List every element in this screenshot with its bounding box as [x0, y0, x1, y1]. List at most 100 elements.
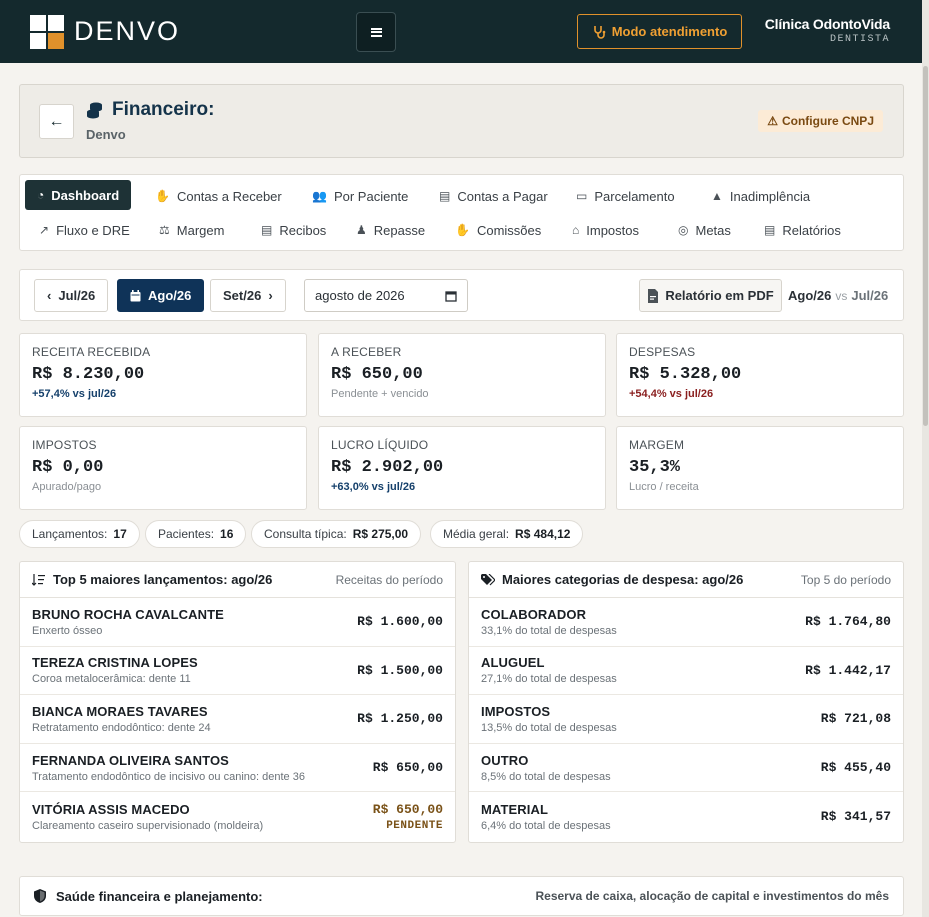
pill-value: 16	[220, 527, 234, 541]
procedure-desc: Tratamento endodôntico de incisivo ou ca…	[32, 770, 305, 783]
pie-chart-icon: ◔	[37, 188, 45, 202]
pdf-report-button[interactable]: Relatório em PDF	[639, 279, 782, 312]
hamburger-icon	[370, 27, 382, 37]
patient-name: VITÓRIA ASSIS MACEDO	[32, 801, 190, 817]
scrollbar-thumb[interactable]	[923, 66, 928, 426]
tab-contas-a-pagar[interactable]: ▤ Contas a Pagar	[427, 181, 560, 211]
tab-label: Parcelamento	[594, 188, 675, 204]
patient-name: TEREZA CRISTINA LOPES	[32, 655, 198, 671]
tab-label: Relatórios	[782, 222, 841, 238]
attendance-mode-button[interactable]: Modo atendimento	[577, 14, 742, 49]
entry-amount: R$ 1.250,00	[357, 711, 443, 727]
list-item[interactable]: FERNANDA OLIVEIRA SANTOS Tratamento endod…	[20, 744, 455, 793]
page-title: Financeiro:	[86, 99, 214, 121]
category-share: 8,5% do total de despesas	[481, 770, 611, 783]
list-item[interactable]: OUTRO 8,5% do total de despesas R$ 455,40	[469, 744, 903, 793]
stat-pill-media-geral: Média geral: R$ 484,12	[430, 520, 584, 548]
users-icon: 👥	[312, 189, 327, 203]
denvo-logo-icon[interactable]	[30, 15, 64, 49]
list-item[interactable]: ALUGUEL 27,1% do total de despesas R$ 1.44…	[469, 647, 903, 696]
next-month-button[interactable]: Set/26 ›	[210, 279, 286, 312]
list-item[interactable]: BIANCA MORAES TAVARES Retratamento endodô…	[20, 695, 455, 744]
prev-month-button[interactable]: ‹ Jul/26	[34, 279, 109, 312]
tab-por-paciente[interactable]: 👥 Por Paciente	[300, 181, 420, 211]
category-name: IMPOSTOS	[481, 703, 551, 719]
panel-title: Saúde financeira e planejamento:	[56, 888, 263, 904]
pill-value: 17	[113, 527, 127, 541]
list-item[interactable]: BRUNO ROCHA CAVALCANTE Enxerto ósseo R$ 1.…	[20, 598, 455, 647]
financial-health-panel[interactable]: Saúde financeira e planejamento: Reserva…	[19, 876, 904, 916]
tab-impostos[interactable]: ⌂ Impostos	[560, 215, 651, 245]
kpi-margem: MARGEM 35,3% Lucro / receita	[616, 426, 904, 510]
user-money-icon: ♟	[356, 223, 367, 237]
pill-value: R$ 275,00	[352, 527, 409, 541]
list-item[interactable]: IMPOSTOS 13,5% do total de despesas R$ 721…	[469, 695, 903, 744]
tab-contas-a-receber[interactable]: ✋ Contas a Receber	[143, 181, 294, 211]
tab-parcelamento[interactable]: ▭ Parcelamento	[564, 181, 687, 211]
file-chart-icon: ▤	[764, 223, 776, 237]
compare-current: Ago/26	[788, 288, 832, 303]
next-month-label: Set/26	[223, 288, 262, 303]
tab-inadimplencia[interactable]: ▲ Inadimplência	[699, 181, 822, 211]
category-amount: R$ 341,57	[820, 809, 891, 825]
calendar-icon[interactable]	[445, 290, 457, 302]
clinic-info[interactable]: Clínica OdontoVida DENTISTA	[765, 16, 890, 45]
back-button[interactable]: ←	[39, 104, 74, 139]
stat-pill-consulta-tipica: Consulta típica: R$ 275,00	[251, 520, 422, 548]
kpi-label: IMPOSTOS	[32, 438, 97, 452]
category-share: 13,5% do total de despesas	[481, 721, 617, 734]
procedure-desc: Enxerto ósseo	[32, 624, 103, 637]
kpi-value: R$ 8.230,00	[32, 365, 145, 384]
tab-metas[interactable]: ◎ Metas	[666, 215, 743, 245]
menu-toggle-button[interactable]	[356, 12, 396, 52]
kpi-value: 35,3%	[629, 458, 681, 477]
procedure-desc: Retratamento endodôntico: dente 24	[32, 721, 211, 734]
kpi-label: LUCRO LÍQUIDO	[331, 438, 429, 452]
configure-cnpj-badge[interactable]: ⚠ Configure CNPJ	[758, 110, 883, 132]
pill-label: Consulta típica:	[264, 527, 347, 541]
category-name: ALUGUEL	[481, 655, 545, 671]
list-item[interactable]: COLABORADOR 33,1% do total de despesas R$ …	[469, 598, 903, 647]
top-entries-header: Top 5 maiores lançamentos: ago/26 Receit…	[20, 562, 455, 598]
tab-fluxo-e-dre[interactable]: ↗ Fluxo e DRE	[27, 215, 142, 245]
tab-repasse[interactable]: ♟ Repasse	[344, 215, 437, 245]
patient-name: BIANCA MORAES TAVARES	[32, 703, 208, 719]
pill-label: Pacientes:	[158, 527, 215, 541]
user-role: DENTISTA	[829, 34, 890, 45]
compare-vs: vs	[835, 289, 848, 303]
calendar-icon	[130, 289, 141, 301]
tab-comissoes[interactable]: ✋ Comissões	[443, 215, 553, 245]
tab-recibos[interactable]: ▤ Recibos	[249, 215, 338, 245]
tab-margem[interactable]: ⚖ Margem	[147, 215, 236, 245]
tab-dashboard[interactable]: ◔ Dashboard	[25, 180, 132, 210]
tab-label: Inadimplência	[729, 188, 811, 204]
configure-cnpj-label: Configure CNPJ	[781, 114, 874, 128]
kpi-note: Pendente + vencido	[331, 388, 429, 400]
procedure-desc: Coroa metalocerâmica: dente 11	[32, 673, 191, 686]
receipt-icon: ▤	[261, 223, 273, 237]
page-header: ← Financeiro: Denvo ⚠ Configure CNPJ	[19, 84, 904, 158]
tab-label: Recibos	[279, 222, 327, 238]
card-icon: ▭	[576, 189, 588, 203]
brand-name[interactable]: DENVO	[74, 16, 180, 47]
financial-tabs: ◔ Dashboard ✋ Contas a Receber 👥 Por Pacien…	[19, 174, 904, 251]
list-item[interactable]: MATERIAL 6,4% do total de despesas R$ 341,…	[469, 792, 903, 841]
kpi-value: R$ 5.328,00	[629, 365, 742, 384]
page-scrollbar[interactable]	[922, 0, 929, 917]
list-item[interactable]: TEREZA CRISTINA LOPES Coroa metalocerâmic…	[20, 647, 455, 696]
tab-label: Fluxo e DRE	[56, 222, 130, 238]
tab-relatorios[interactable]: ▤ Relatórios	[752, 215, 853, 245]
entry-amount: R$ 1.500,00	[357, 662, 443, 678]
list-item[interactable]: VITÓRIA ASSIS MACEDO Clareamento caseiro …	[20, 792, 455, 841]
warning-icon: ▲	[711, 189, 723, 203]
coins-icon	[87, 102, 102, 119]
category-amount: R$ 1.442,17	[805, 662, 891, 678]
category-name: COLABORADOR	[481, 606, 587, 622]
current-month-button[interactable]: Ago/26	[117, 279, 205, 312]
tab-label: Metas	[695, 222, 731, 238]
tab-label: Comissões	[476, 222, 542, 238]
shield-icon	[34, 889, 46, 903]
kpi-despesas: DESPESAS R$ 5.328,00 +54,4% vs jul/26	[616, 333, 904, 417]
warning-icon: ⚠	[767, 114, 778, 128]
month-picker-input[interactable]: agosto de 2026	[304, 279, 468, 312]
